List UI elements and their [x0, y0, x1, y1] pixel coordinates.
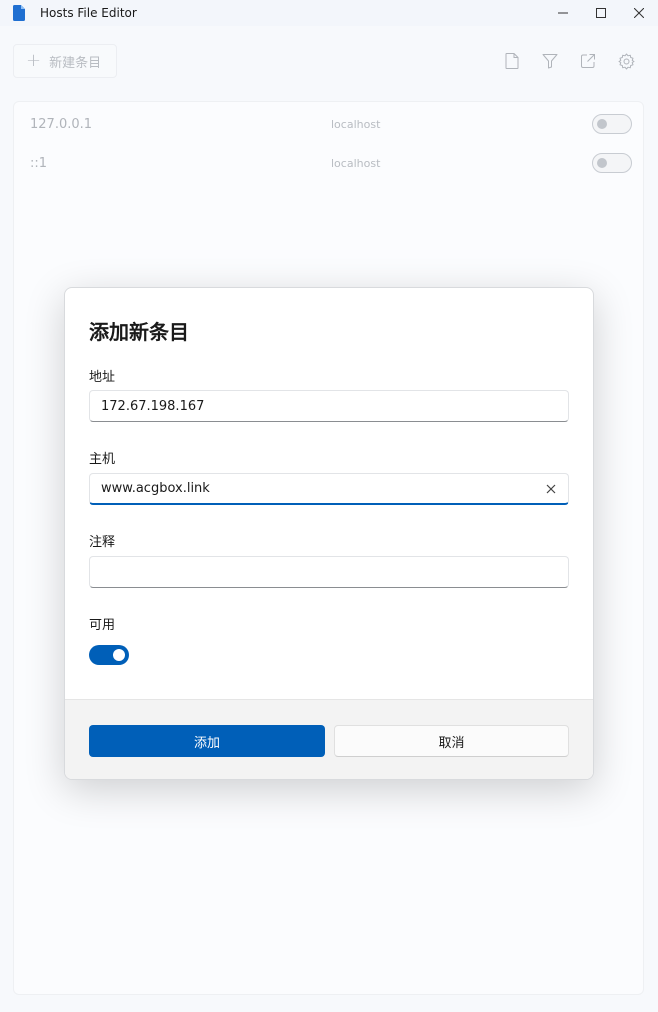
dialog-title: 添加新条目 — [89, 320, 189, 344]
entry-host: localhost — [331, 157, 381, 170]
host-value: www.acgbox.link — [101, 481, 210, 496]
add-entry-dialog: 添加新条目 地址 172.67.198.167 主机 www.acgbox.li… — [64, 287, 594, 780]
new-entry-button[interactable]: + 新建条目 — [13, 44, 117, 78]
close-button[interactable] — [620, 0, 658, 26]
open-file-button[interactable] — [503, 52, 521, 70]
filter-button[interactable] — [541, 52, 559, 70]
add-button[interactable]: 添加 — [89, 725, 325, 757]
filter-icon — [542, 54, 558, 69]
enabled-toggle[interactable] — [89, 645, 129, 665]
settings-button[interactable] — [617, 52, 635, 70]
entry-address: ::1 — [30, 156, 48, 171]
new-entry-label: 新建条目 — [49, 55, 102, 71]
dialog-footer: 添加 取消 — [65, 699, 593, 779]
open-external-icon — [581, 54, 595, 68]
file-icon — [505, 53, 519, 69]
host-label: 主机 — [89, 452, 116, 467]
address-input[interactable]: 172.67.198.167 — [89, 390, 569, 422]
minimize-icon — [558, 12, 568, 14]
plus-icon: + — [26, 50, 42, 71]
host-input[interactable]: www.acgbox.link — [89, 473, 569, 505]
clear-input-button[interactable] — [544, 482, 558, 496]
title-bar: Hosts File Editor — [0, 0, 658, 26]
address-value: 172.67.198.167 — [101, 398, 205, 414]
list-item[interactable]: ::1 localhost — [14, 143, 645, 182]
address-label: 地址 — [89, 370, 116, 385]
comment-input[interactable] — [89, 556, 569, 588]
minimize-button[interactable] — [544, 0, 582, 26]
entry-enabled-toggle[interactable] — [592, 153, 632, 173]
entry-enabled-toggle[interactable] — [592, 114, 632, 134]
window-title: Hosts File Editor — [40, 6, 137, 20]
app-file-icon — [13, 5, 25, 21]
list-item[interactable]: 127.0.0.1 localhost — [14, 104, 645, 143]
comment-label: 注释 — [89, 535, 116, 550]
cancel-button[interactable]: 取消 — [334, 725, 569, 757]
settings-icon — [618, 53, 634, 69]
enabled-label: 可用 — [89, 618, 116, 633]
maximize-icon — [596, 8, 606, 18]
clear-icon — [546, 484, 556, 494]
entry-address: 127.0.0.1 — [30, 117, 93, 132]
maximize-button[interactable] — [582, 0, 620, 26]
close-icon — [634, 8, 644, 18]
open-external-button[interactable] — [579, 52, 597, 70]
entry-host: localhost — [331, 118, 381, 131]
